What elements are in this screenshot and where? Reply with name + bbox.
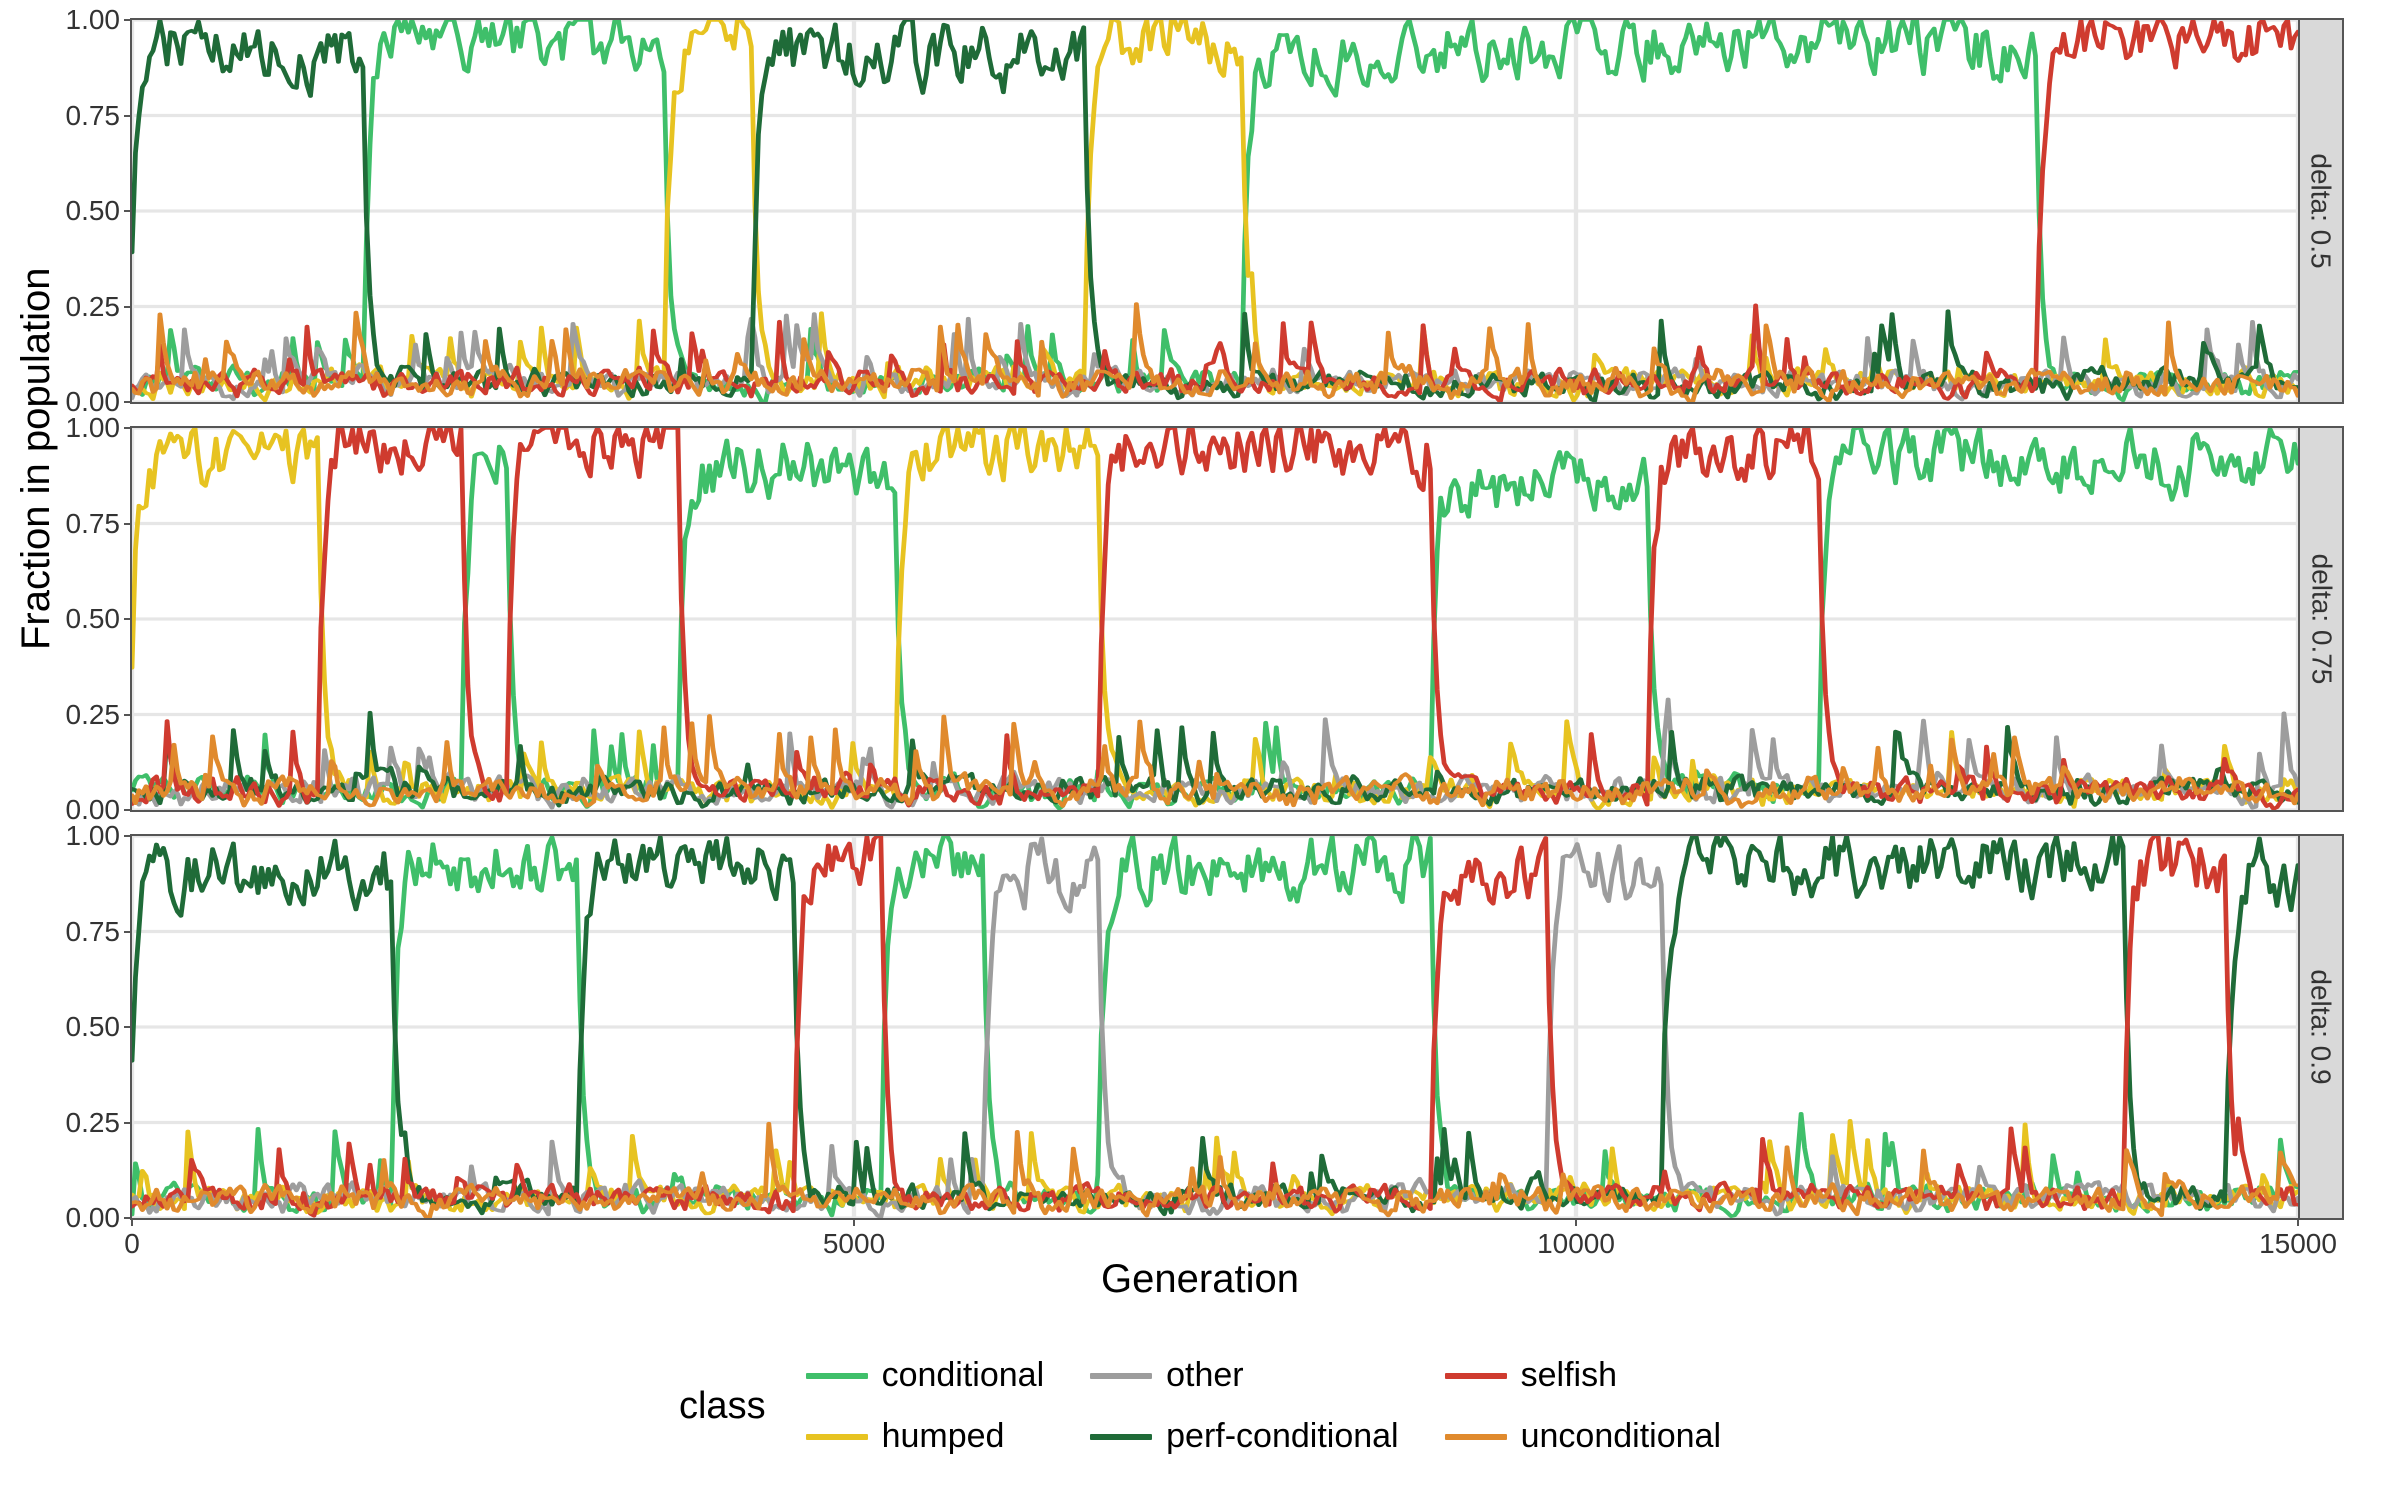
legend-title: class — [679, 1385, 766, 1428]
legend-item: unconditional — [1445, 1417, 1721, 1456]
legend-item: humped — [806, 1417, 1045, 1456]
legend: class conditional other selfish humped perf-… — [679, 1356, 1721, 1456]
facet-figure: Fraction in population 0.000.250.500.751… — [0, 0, 2400, 1500]
x-tick-label: 5000 — [823, 1228, 885, 1260]
facet-panels: 0.000.250.500.751.00delta: 0.50.000.250.… — [130, 18, 2344, 1220]
legend-swatch — [1445, 1373, 1507, 1379]
legend-item: conditional — [806, 1356, 1045, 1395]
plot-area: 0.000.250.500.751.00050001000015000 — [130, 834, 2300, 1220]
facet-strip: delta: 0.75 — [2300, 426, 2344, 812]
facet-panel: 0.000.250.500.751.00delta: 0.75 — [130, 426, 2344, 812]
legend-swatch — [1090, 1373, 1152, 1379]
y-tick-label: 0.75 — [66, 508, 121, 540]
legend-items: conditional other selfish humped perf-condit… — [806, 1356, 1721, 1456]
legend-label: selfish — [1521, 1356, 1617, 1395]
x-tick-label: 10000 — [1537, 1228, 1615, 1260]
y-tick-label: 0.25 — [66, 1107, 121, 1139]
y-tick-label: 0.75 — [66, 916, 121, 948]
x-tick-label: 15000 — [2259, 1228, 2337, 1260]
y-tick-label: 0.50 — [66, 1011, 121, 1043]
legend-swatch — [1445, 1434, 1507, 1440]
facet-panel: 0.000.250.500.751.00050001000015000delta… — [130, 834, 2344, 1220]
y-tick-label: 1.00 — [66, 820, 121, 852]
y-tick-label: 0.50 — [66, 195, 121, 227]
facet-strip-label: delta: 0.75 — [2305, 554, 2337, 685]
plot-area: 0.000.250.500.751.00 — [130, 426, 2300, 812]
y-tick-label: 0.50 — [66, 603, 121, 635]
facet-panel: 0.000.250.500.751.00delta: 0.5 — [130, 18, 2344, 404]
y-tick-label: 1.00 — [66, 412, 121, 444]
y-axis-title: Fraction in population — [14, 268, 59, 650]
plot-area: 0.000.250.500.751.00 — [130, 18, 2300, 404]
y-tick-label: 0.25 — [66, 699, 121, 731]
legend-label: conditional — [882, 1356, 1045, 1395]
y-tick-label: 0.00 — [66, 1202, 121, 1234]
legend-label: humped — [882, 1417, 1005, 1456]
facet-strip-label: delta: 0.9 — [2305, 969, 2337, 1084]
legend-swatch — [806, 1373, 868, 1379]
legend-item: perf-conditional — [1090, 1417, 1398, 1456]
y-tick-label: 0.75 — [66, 100, 121, 132]
legend-label: perf-conditional — [1166, 1417, 1398, 1456]
legend-label: other — [1166, 1356, 1244, 1395]
x-tick-label: 0 — [124, 1228, 140, 1260]
legend-label: unconditional — [1521, 1417, 1721, 1456]
legend-item: selfish — [1445, 1356, 1721, 1395]
facet-strip: delta: 0.9 — [2300, 834, 2344, 1220]
y-tick-label: 1.00 — [66, 4, 121, 36]
legend-swatch — [806, 1434, 868, 1440]
x-axis-title: Generation — [1101, 1257, 1299, 1302]
facet-strip: delta: 0.5 — [2300, 18, 2344, 404]
legend-item: other — [1090, 1356, 1398, 1395]
legend-swatch — [1090, 1434, 1152, 1440]
facet-strip-label: delta: 0.5 — [2305, 153, 2337, 268]
y-tick-label: 0.25 — [66, 291, 121, 323]
